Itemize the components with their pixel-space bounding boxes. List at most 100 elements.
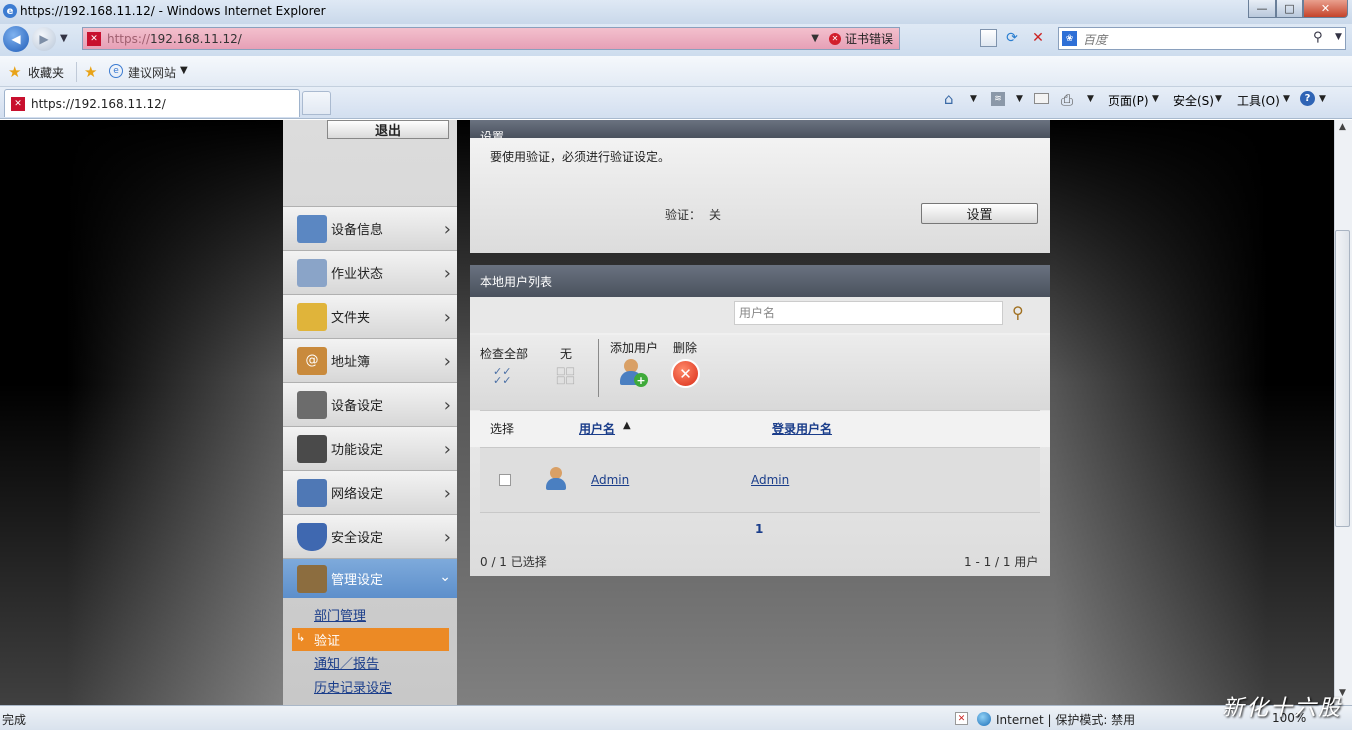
minimize-button[interactable]: — bbox=[1248, 0, 1276, 18]
subnav-authentication[interactable]: ↳ 验证 bbox=[292, 628, 449, 651]
select-none-label[interactable]: 无 bbox=[560, 345, 572, 362]
nav-item-security-settings[interactable]: 安全设定 › bbox=[283, 514, 457, 558]
scroll-up-icon[interactable]: ▲ bbox=[1339, 122, 1346, 132]
user-list-heading: 本地用户列表 bbox=[470, 265, 1050, 297]
forward-button[interactable]: ▶ bbox=[32, 27, 56, 51]
username-search-input[interactable]: 用户名 bbox=[734, 301, 1003, 325]
address-host: 192.168.11.12/ bbox=[150, 31, 242, 46]
back-arrow-icon: ◀ bbox=[11, 32, 21, 46]
status-bar: 完成 ✕ Internet | 保护模式: 禁用 100% bbox=[0, 705, 1352, 730]
stop-icon[interactable]: ✕ bbox=[1029, 29, 1047, 47]
favorites-button[interactable]: 收藏夹 bbox=[28, 64, 64, 81]
nav-item-job-status[interactable]: 作业状态 › bbox=[283, 250, 457, 294]
feeds-dropdown-icon[interactable]: ▼ bbox=[1016, 94, 1023, 104]
search-placeholder: 百度 bbox=[1083, 33, 1108, 47]
logout-button[interactable]: 退出 bbox=[327, 120, 449, 139]
nav-item-device-info[interactable]: 设备信息 › bbox=[283, 206, 457, 250]
search-magnifier-icon[interactable]: ⚲ bbox=[1313, 30, 1323, 45]
add-favorite-icon[interactable]: ★ bbox=[84, 63, 97, 81]
back-button[interactable]: ◀ bbox=[3, 26, 29, 52]
row-checkbox[interactable] bbox=[499, 474, 511, 486]
tools-dropdown-icon[interactable]: ▼ bbox=[1283, 94, 1290, 104]
search-dropdown-icon[interactable]: ▼ bbox=[1335, 32, 1342, 42]
chevron-right-icon: › bbox=[443, 263, 451, 284]
home-icon[interactable]: ⌂ bbox=[944, 90, 954, 108]
search-row: 用户名 ⚲ bbox=[470, 297, 1050, 333]
address-dropdown-icon[interactable]: ▼ bbox=[811, 33, 819, 44]
address-bar[interactable]: ✕ https:// 192.168.11.12/ ▼ ✕ 证书错误 bbox=[82, 27, 900, 50]
nav-item-label: 管理设定 bbox=[331, 573, 384, 588]
nav-item-folder[interactable]: 文件夹 › bbox=[283, 294, 457, 338]
home-dropdown-icon[interactable]: ▼ bbox=[970, 94, 977, 104]
column-username[interactable]: 用户名 bbox=[579, 420, 615, 437]
sort-ascending-icon[interactable]: ▲ bbox=[623, 420, 631, 431]
favorites-bar: ★ 收藏夹 ★ e 建议网站 ▼ bbox=[0, 56, 1352, 87]
feeds-icon[interactable]: ≋ bbox=[991, 92, 1005, 106]
search-icon[interactable]: ⚲ bbox=[1012, 303, 1024, 322]
chevron-down-icon: ⌄ bbox=[439, 569, 451, 585]
subnav-notification-report[interactable]: 通知／报告 bbox=[314, 652, 379, 672]
user-avatar-icon bbox=[544, 467, 568, 491]
subnav-department[interactable]: 部门管理 bbox=[314, 604, 366, 624]
page-number[interactable]: 1 bbox=[755, 522, 763, 536]
read-mail-icon[interactable] bbox=[1034, 93, 1049, 104]
safety-dropdown-icon[interactable]: ▼ bbox=[1215, 94, 1222, 104]
row-login-name-link[interactable]: Admin bbox=[751, 473, 789, 487]
row-username-link[interactable]: Admin bbox=[591, 473, 629, 487]
new-tab-button[interactable] bbox=[302, 91, 331, 115]
page-dropdown-icon[interactable]: ▼ bbox=[1152, 94, 1159, 104]
scrollbar-thumb[interactable] bbox=[1335, 230, 1350, 527]
suggested-sites-link[interactable]: 建议网站 bbox=[128, 64, 176, 81]
suggested-sites-dropdown-icon[interactable]: ▼ bbox=[180, 65, 188, 76]
add-user-label[interactable]: 添加用户 bbox=[610, 339, 658, 356]
page-menu[interactable]: 页面(P) bbox=[1108, 92, 1149, 109]
toolbar-divider bbox=[598, 339, 599, 397]
check-all-label[interactable]: 检查全部 bbox=[480, 345, 528, 362]
user-range: 1 - 1 / 1 用户 bbox=[964, 555, 1039, 569]
chevron-right-icon: › bbox=[443, 483, 451, 504]
auth-description: 要使用验证，必须进行验证设定。 bbox=[490, 150, 671, 164]
auth-settings-button[interactable]: 设置 bbox=[921, 203, 1038, 224]
cert-error-label[interactable]: 证书错误 bbox=[845, 30, 893, 47]
help-icon[interactable]: ? bbox=[1300, 91, 1315, 106]
search-box[interactable]: ❀ 百度 ⚲ ▼ bbox=[1058, 27, 1346, 50]
selection-count: 0 / 1 已选择 bbox=[480, 555, 547, 569]
network-settings-icon bbox=[297, 478, 327, 507]
nav-item-network-settings[interactable]: 网络设定 › bbox=[283, 470, 457, 514]
column-login-name[interactable]: 登录用户名 bbox=[772, 420, 832, 437]
check-all-icon[interactable]: ✓✓ ✓✓ bbox=[493, 366, 517, 387]
print-dropdown-icon[interactable]: ▼ bbox=[1087, 94, 1094, 104]
job-status-icon bbox=[297, 258, 327, 287]
management-settings-icon bbox=[297, 564, 327, 593]
maximize-button[interactable]: □ bbox=[1276, 0, 1303, 18]
table-row: Admin Admin bbox=[480, 448, 1040, 512]
select-none-icon[interactable]: □□ □□ bbox=[556, 367, 578, 387]
compatibility-view-icon[interactable] bbox=[980, 29, 997, 47]
help-dropdown-icon[interactable]: ▼ bbox=[1319, 94, 1326, 104]
subnav-history-settings[interactable]: 历史记录设定 bbox=[314, 676, 392, 696]
plus-icon: + bbox=[634, 373, 648, 387]
delete-icon[interactable]: ✕ bbox=[671, 359, 700, 388]
close-window-button[interactable]: ✕ bbox=[1303, 0, 1348, 18]
address-book-icon: @ bbox=[297, 346, 327, 375]
security-zone[interactable]: Internet | 保护模式: 禁用 bbox=[996, 711, 1135, 728]
folder-icon bbox=[297, 302, 327, 331]
nav-item-function-settings[interactable]: 功能设定 › bbox=[283, 426, 457, 470]
local-user-list-panel: 本地用户列表 用户名 ⚲ 检查全部 ✓✓ ✓✓ 无 □□ □□ 添加用户 + 删除 … bbox=[470, 265, 1050, 576]
history-dropdown-icon[interactable]: ▼ bbox=[60, 33, 68, 44]
left-navigation: 退出 设备信息 › 作业状态 › 文件夹 › @ 地址簿 › 设备设定 › 功能… bbox=[283, 120, 457, 705]
add-user-icon[interactable]: + bbox=[620, 359, 648, 387]
popup-blocked-icon[interactable]: ✕ bbox=[955, 712, 968, 725]
nav-item-management-settings[interactable]: 管理设定 ⌄ bbox=[283, 558, 457, 598]
refresh-icon[interactable]: ⟳ bbox=[1003, 29, 1021, 47]
auth-status-value: 关 bbox=[709, 208, 722, 222]
print-icon[interactable]: ⎙ bbox=[1061, 91, 1073, 109]
delete-label[interactable]: 删除 bbox=[673, 339, 697, 356]
tools-menu[interactable]: 工具(O) bbox=[1237, 92, 1280, 109]
nav-item-device-settings[interactable]: 设备设定 › bbox=[283, 382, 457, 426]
tab-title: https://192.168.11.12/ bbox=[31, 96, 166, 111]
nav-item-address-book[interactable]: @ 地址簿 › bbox=[283, 338, 457, 382]
safety-menu[interactable]: 安全(S) bbox=[1173, 92, 1214, 109]
avatar-body-shape bbox=[546, 478, 566, 490]
tab-current[interactable]: ✕ https://192.168.11.12/ bbox=[4, 89, 300, 117]
